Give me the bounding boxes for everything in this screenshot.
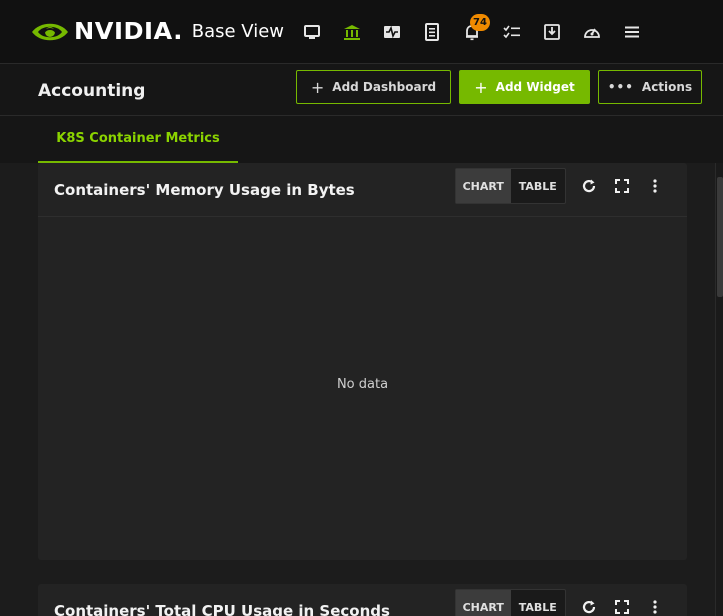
- plus-icon: +: [310, 77, 325, 97]
- fullscreen-icon[interactable]: [611, 175, 633, 197]
- page-header: Accounting + Add Dashboard + Add Widget …: [0, 64, 723, 116]
- refresh-icon[interactable]: [578, 596, 600, 616]
- widget-header: Containers' Memory Usage in Bytes CHART …: [38, 163, 687, 217]
- empty-state-message: No data: [336, 377, 389, 392]
- monitor-icon[interactable]: [296, 16, 328, 48]
- more-vertical-icon[interactable]: [644, 175, 666, 197]
- add-dashboard-label: Add Dashboard: [332, 80, 437, 94]
- view-toggle: CHART TABLE: [455, 589, 566, 616]
- page-scrollbar[interactable]: [715, 163, 723, 616]
- brand-wordmark: NVIDIA.: [74, 18, 183, 45]
- widget-title: Containers' Total CPU Usage in Seconds: [54, 601, 390, 616]
- fullscreen-icon[interactable]: [611, 596, 633, 616]
- widget-cpu-usage: Containers' Total CPU Usage in Seconds C…: [38, 584, 687, 616]
- add-widget-button[interactable]: + Add Widget: [459, 70, 590, 104]
- pulse-icon[interactable]: [376, 16, 408, 48]
- brand-logo[interactable]: NVIDIA. Base View: [30, 19, 284, 45]
- widget-title: Containers' Memory Usage in Bytes: [54, 180, 355, 199]
- product-name: Base View: [191, 21, 285, 42]
- tab-k8s-container-metrics[interactable]: K8S Container Metrics: [38, 116, 238, 163]
- widget-tools: [578, 596, 677, 616]
- checklist-icon[interactable]: [496, 16, 528, 48]
- scrollbar-thumb[interactable]: [717, 177, 723, 297]
- dashboard-gauge-icon[interactable]: [576, 16, 608, 48]
- chart-view-button[interactable]: CHART: [456, 590, 511, 616]
- refresh-icon[interactable]: [578, 175, 600, 197]
- bell-icon[interactable]: 74: [456, 14, 490, 48]
- page-title: Accounting: [38, 81, 146, 101]
- actions-label: Actions: [641, 80, 693, 94]
- add-widget-label: Add Widget: [495, 80, 575, 94]
- widget-header: Containers' Total CPU Usage in Seconds C…: [38, 584, 687, 616]
- widget-memory-usage: Containers' Memory Usage in Bytes CHART …: [38, 163, 687, 560]
- plus-icon: +: [474, 77, 488, 97]
- actions-button[interactable]: ••• Actions: [598, 70, 702, 104]
- more-horizontal-icon: •••: [607, 80, 634, 94]
- nav-icon-group: 74: [296, 0, 656, 64]
- widget-tools: [578, 175, 677, 197]
- view-toggle: CHART TABLE: [455, 168, 566, 204]
- table-view-button[interactable]: TABLE: [511, 590, 566, 616]
- widget-chart-area: No data: [38, 217, 687, 559]
- download-icon[interactable]: [536, 16, 568, 48]
- notification-badge: 74: [470, 14, 490, 31]
- chart-view-button[interactable]: CHART: [456, 169, 511, 203]
- more-vertical-icon[interactable]: [644, 596, 666, 616]
- table-view-button[interactable]: TABLE: [511, 169, 566, 203]
- dashboard-content: Containers' Memory Usage in Bytes CHART …: [0, 163, 715, 616]
- bank-icon[interactable]: [336, 16, 368, 48]
- nvidia-eye-icon: [32, 23, 68, 40]
- hamburger-menu-icon[interactable]: [616, 16, 648, 48]
- dashboard-tabs: K8S Container Metrics: [0, 116, 723, 163]
- document-icon[interactable]: [416, 16, 448, 48]
- top-navigation-bar: NVIDIA. Base View 74: [0, 0, 723, 64]
- add-dashboard-button[interactable]: + Add Dashboard: [296, 70, 451, 104]
